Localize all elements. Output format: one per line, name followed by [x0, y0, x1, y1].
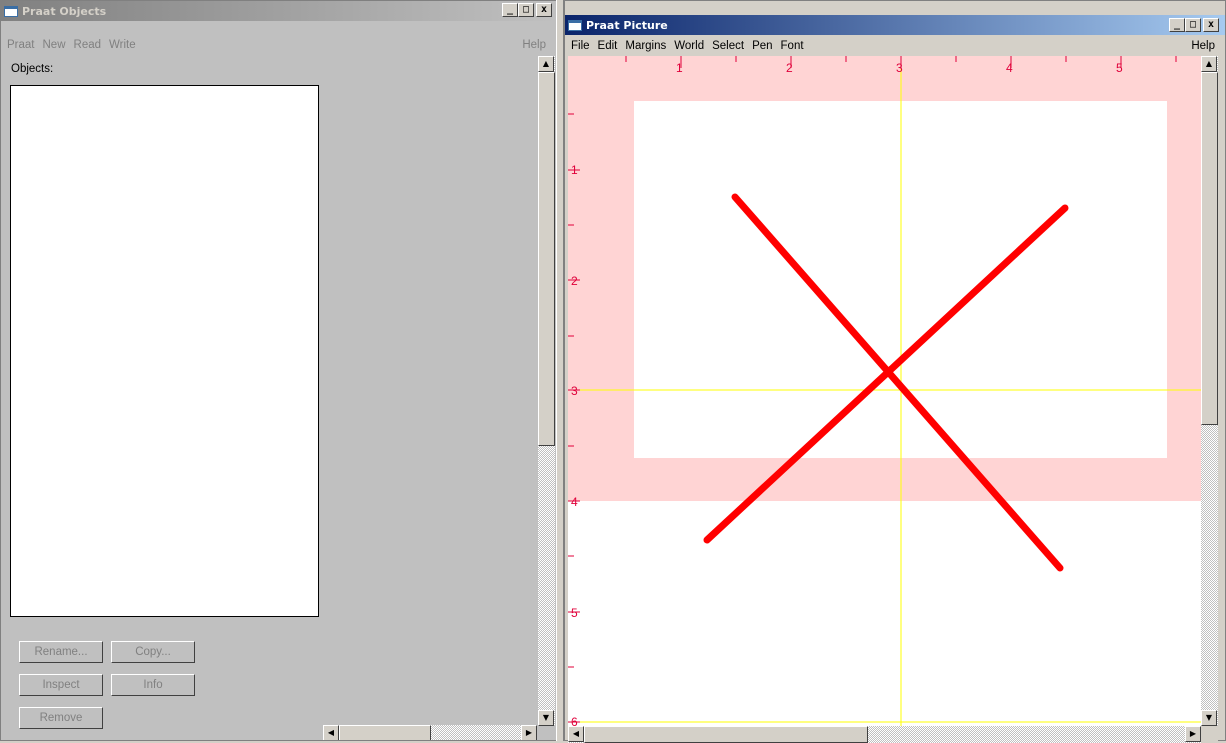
x-label-2: 2 — [786, 61, 793, 75]
close-button[interactable]: x — [1203, 18, 1219, 32]
objects-vscroll-thumb[interactable] — [538, 72, 555, 446]
window-divider — [556, 0, 564, 741]
menu-help[interactable]: Help — [1191, 40, 1215, 52]
y-label-2: 2 — [571, 274, 578, 288]
scroll-down-arrow-icon[interactable]: ▼ — [538, 710, 554, 726]
objects-window-title: Praat Objects — [22, 4, 107, 18]
picture-vertical-scrollbar[interactable]: ▲ ▼ — [1201, 56, 1218, 726]
objects-title-bar[interactable]: Praat Objects _ □ x — [1, 1, 556, 21]
picture-svg: 1 2 3 4 5 1 2 3 4 5 6 — [568, 56, 1201, 726]
objects-vertical-scrollbar[interactable]: ▲ ▼ — [538, 56, 555, 726]
maximize-button[interactable]: □ — [518, 3, 534, 17]
objects-horizontal-scrollbar[interactable]: ◀ ▶ — [323, 725, 537, 740]
menu-help[interactable]: Help — [522, 39, 546, 51]
x-label-5: 5 — [1116, 61, 1123, 75]
menu-world[interactable]: World — [674, 40, 704, 52]
menu-new[interactable]: New — [43, 39, 66, 51]
rename-button[interactable]: Rename... — [19, 641, 103, 663]
y-label-4: 4 — [571, 495, 578, 509]
scroll-down-arrow-icon[interactable]: ▼ — [1201, 710, 1217, 726]
objects-hscroll-thumb[interactable] — [339, 725, 431, 740]
picture-canvas[interactable]: 1 2 3 4 5 1 2 3 4 5 6 — [568, 56, 1201, 726]
picture-title-bar[interactable]: Praat Picture _ □ x — [565, 15, 1225, 35]
menu-pen[interactable]: Pen — [752, 40, 772, 52]
praat-objects-window: Praat Objects _ □ x Praat New Read Write… — [0, 0, 557, 741]
menu-edit[interactable]: Edit — [598, 40, 618, 52]
maximize-button[interactable]: □ — [1185, 18, 1201, 32]
objects-menu-bar: Praat New Read Write Help — [1, 36, 556, 54]
y-label-6: 6 — [571, 715, 578, 726]
minimize-button[interactable]: _ — [502, 3, 518, 17]
menu-write[interactable]: Write — [109, 39, 136, 51]
picture-hscroll-thumb[interactable] — [584, 726, 868, 743]
objects-list[interactable] — [10, 85, 319, 617]
menu-file[interactable]: File — [571, 40, 590, 52]
inspect-button[interactable]: Inspect — [19, 674, 103, 696]
remove-button[interactable]: Remove — [19, 707, 103, 729]
picture-horizontal-scrollbar[interactable]: ◀ ▶ — [568, 726, 1201, 743]
y-label-3: 3 — [571, 384, 578, 398]
scroll-up-arrow-icon[interactable]: ▲ — [1201, 56, 1217, 72]
x-label-1: 1 — [676, 61, 683, 75]
y-label-5: 5 — [571, 606, 578, 620]
picture-vscroll-thumb[interactable] — [1201, 72, 1218, 425]
minimize-button[interactable]: _ — [1169, 18, 1185, 32]
objects-label: Objects: — [11, 63, 54, 75]
window-icon — [4, 5, 18, 17]
menu-praat[interactable]: Praat — [7, 39, 35, 51]
scroll-right-arrow-icon[interactable]: ▶ — [521, 725, 537, 740]
scroll-corner — [1201, 726, 1218, 741]
menu-font[interactable]: Font — [781, 40, 804, 52]
x-label-3: 3 — [896, 61, 903, 75]
picture-menu-bar: File Edit Margins World Select Pen Font … — [565, 37, 1225, 55]
close-button[interactable]: x — [536, 3, 552, 17]
copy-button[interactable]: Copy... — [111, 641, 195, 663]
menu-margins[interactable]: Margins — [625, 40, 666, 52]
scroll-up-arrow-icon[interactable]: ▲ — [538, 56, 554, 72]
picture-window-title: Praat Picture — [586, 18, 668, 32]
scroll-left-arrow-icon[interactable]: ◀ — [323, 725, 339, 740]
x-label-4: 4 — [1006, 61, 1013, 75]
menu-read[interactable]: Read — [74, 39, 102, 51]
y-label-1: 1 — [571, 163, 578, 177]
window-icon — [568, 19, 582, 31]
scroll-right-arrow-icon[interactable]: ▶ — [1185, 726, 1201, 742]
scroll-left-arrow-icon[interactable]: ◀ — [568, 726, 584, 742]
menu-select[interactable]: Select — [712, 40, 744, 52]
info-button[interactable]: Info — [111, 674, 195, 696]
